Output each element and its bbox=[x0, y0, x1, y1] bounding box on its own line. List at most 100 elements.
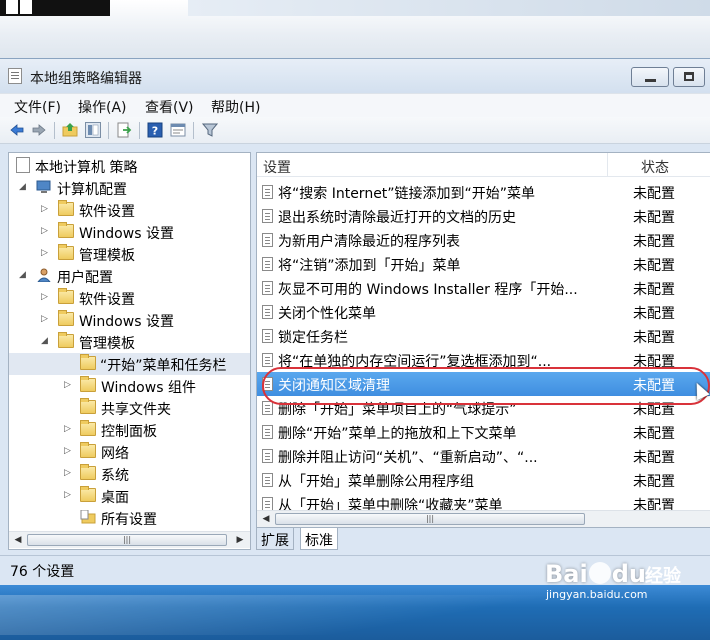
expand-arrow-icon[interactable]: ▷ bbox=[41, 205, 49, 214]
help-icon[interactable]: ? bbox=[147, 122, 163, 138]
expand-arrow-icon[interactable]: ▷ bbox=[41, 315, 49, 324]
toolbar-separator bbox=[54, 122, 55, 139]
minimize-icon bbox=[645, 79, 656, 82]
list-row[interactable]: 将“注销”添加到「开始」菜单 未配置 bbox=[257, 252, 710, 276]
tree-node-label: 软件设置 bbox=[79, 292, 135, 308]
tree-node-user-admin-templates[interactable]: ◢ 管理模板 bbox=[9, 331, 250, 353]
baidu-logo-text: Bai bbox=[545, 560, 588, 588]
scroll-right-arrow-icon[interactable]: ▶ bbox=[233, 534, 247, 546]
scroll-left-arrow-icon[interactable]: ◀ bbox=[259, 513, 273, 525]
expand-arrow-icon[interactable]: ▷ bbox=[41, 293, 49, 302]
tree-node-label: 软件设置 bbox=[79, 204, 135, 220]
settings-list-pane[interactable]: 设置 状态 将“搜索 Internet”链接添加到“开始”菜单 未配置 退出系统时… bbox=[256, 152, 710, 528]
export-list-icon[interactable] bbox=[116, 122, 132, 138]
policy-setting-icon bbox=[262, 449, 273, 463]
list-horizontal-scrollbar[interactable]: ◀ ||| bbox=[257, 510, 710, 527]
tree-node-user-config[interactable]: ◢ 用户配置 bbox=[9, 265, 250, 287]
maximize-button[interactable] bbox=[673, 67, 705, 87]
tree-node-windows-settings[interactable]: ▷ Windows 设置 bbox=[9, 221, 250, 243]
scroll-left-arrow-icon[interactable]: ◀ bbox=[11, 534, 25, 546]
policy-setting-icon bbox=[262, 401, 273, 415]
back-arrow-icon[interactable] bbox=[9, 122, 25, 138]
expand-arrow-icon[interactable]: ▷ bbox=[64, 425, 72, 434]
list-row[interactable]: 将“搜索 Internet”链接添加到“开始”菜单 未配置 bbox=[257, 180, 710, 204]
menu-file[interactable]: 文件(F) bbox=[14, 97, 61, 117]
expand-arrow-icon[interactable]: ▷ bbox=[64, 469, 72, 478]
policy-setting-icon bbox=[262, 209, 273, 223]
policy-setting-icon bbox=[262, 473, 273, 487]
expand-arrow-icon[interactable]: ▷ bbox=[64, 447, 72, 456]
tree-node-label: 控制面板 bbox=[101, 424, 157, 440]
tree-node-windows-components[interactable]: ▷ Windows 组件 bbox=[9, 375, 250, 397]
column-header-state[interactable]: 状态 bbox=[641, 157, 669, 177]
title-bar[interactable]: 本地组策略编辑器 bbox=[0, 59, 710, 93]
list-row[interactable]: 关闭个性化菜单 未配置 bbox=[257, 300, 710, 324]
tree-node-local-policy[interactable]: 本地计算机 策略 bbox=[9, 155, 250, 177]
menu-view[interactable]: 查看(V) bbox=[145, 97, 194, 117]
list-row[interactable]: 锁定任务栏 未配置 bbox=[257, 324, 710, 348]
tree-node-control-panel[interactable]: ▷ 控制面板 bbox=[9, 419, 250, 441]
folder-icon bbox=[58, 244, 74, 260]
menu-help[interactable]: 帮助(H) bbox=[211, 97, 260, 117]
up-folder-icon[interactable] bbox=[62, 122, 78, 138]
scrollbar-thumb[interactable]: ||| bbox=[27, 534, 227, 546]
folder-icon bbox=[80, 420, 96, 436]
tree-node-shared-folders[interactable]: 共享文件夹 bbox=[9, 397, 250, 419]
list-row[interactable]: 退出系统时清除最近打开的文档的历史 未配置 bbox=[257, 204, 710, 228]
policy-setting-icon bbox=[262, 185, 273, 199]
filter-icon[interactable] bbox=[202, 122, 218, 138]
expand-arrow-icon[interactable]: ▷ bbox=[41, 249, 49, 258]
setting-state: 未配置 bbox=[633, 330, 675, 346]
folder-icon bbox=[58, 288, 74, 304]
setting-state: 未配置 bbox=[633, 234, 675, 250]
tree-node-start-menu-taskbar[interactable]: “开始”菜单和任务栏 bbox=[9, 353, 250, 375]
tree-node-system[interactable]: ▷ 系统 bbox=[9, 463, 250, 485]
tree-node-label: 网络 bbox=[101, 446, 129, 462]
toolbar-separator bbox=[108, 122, 109, 139]
list-row[interactable]: 灰显不可用的 Windows Installer 程序「开始... 未配置 bbox=[257, 276, 710, 300]
tree-node-all-settings[interactable]: 所有设置 bbox=[9, 507, 250, 529]
forward-arrow-icon[interactable] bbox=[31, 122, 47, 138]
desktop-background-top bbox=[0, 0, 710, 58]
column-divider[interactable] bbox=[607, 153, 608, 177]
list-row[interactable]: 删除并阻止访问“关机”、“重新启动”、“... 未配置 bbox=[257, 444, 710, 468]
collapse-arrow-icon[interactable]: ◢ bbox=[41, 337, 49, 346]
tab-standard[interactable]: 标准 bbox=[300, 528, 338, 550]
tree-node-user-software-settings[interactable]: ▷ 软件设置 bbox=[9, 287, 250, 309]
setting-state: 未配置 bbox=[633, 210, 675, 226]
tree-node-user-windows-settings[interactable]: ▷ Windows 设置 bbox=[9, 309, 250, 331]
show-hide-tree-icon[interactable] bbox=[85, 122, 101, 138]
watermark-site: jingyan.baidu.com bbox=[546, 588, 648, 601]
policy-setting-icon bbox=[262, 497, 273, 511]
list-row[interactable]: 从「开始」菜单删除公用程序组 未配置 bbox=[257, 468, 710, 492]
menu-action[interactable]: 操作(A) bbox=[78, 97, 127, 117]
tree-node-admin-templates[interactable]: ▷ 管理模板 bbox=[9, 243, 250, 265]
collapse-arrow-icon[interactable]: ◢ bbox=[19, 183, 27, 192]
toolbar: ? bbox=[0, 117, 710, 144]
minimize-button[interactable] bbox=[631, 67, 669, 87]
setting-state: 未配置 bbox=[633, 186, 675, 202]
setting-name: 为新用户清除最近的程序列表 bbox=[278, 234, 460, 250]
tree-node-software-settings[interactable]: ▷ 软件设置 bbox=[9, 199, 250, 221]
tab-extended[interactable]: 扩展 bbox=[256, 528, 294, 550]
tree-node-desktop[interactable]: ▷ 桌面 bbox=[9, 485, 250, 507]
tree-pane[interactable]: 本地计算机 策略 ◢ 计算机配置 ▷ 软件设置 ▷ Windows 设置 ▷ 管… bbox=[8, 152, 251, 550]
policy-setting-icon bbox=[262, 329, 273, 343]
collapse-arrow-icon[interactable]: ◢ bbox=[19, 271, 27, 280]
desktop-wave bbox=[0, 595, 710, 635]
expand-arrow-icon[interactable]: ▷ bbox=[64, 491, 72, 500]
expand-arrow-icon[interactable]: ▷ bbox=[64, 381, 72, 390]
tree-node-computer-config[interactable]: ◢ 计算机配置 bbox=[9, 177, 250, 199]
expand-arrow-icon[interactable]: ▷ bbox=[41, 227, 49, 236]
list-row[interactable]: 为新用户清除最近的程序列表 未配置 bbox=[257, 228, 710, 252]
tree-horizontal-scrollbar[interactable]: ◀ ||| ▶ bbox=[9, 531, 250, 548]
tree-node-network[interactable]: ▷ 网络 bbox=[9, 441, 250, 463]
properties-icon[interactable] bbox=[170, 122, 186, 138]
previous-window-edge bbox=[6, 0, 18, 14]
column-header-setting[interactable]: 设置 bbox=[263, 157, 291, 177]
list-row[interactable]: 删除“开始”菜单上的拖放和上下文菜单 未配置 bbox=[257, 420, 710, 444]
tree-node-label: Windows 设置 bbox=[79, 314, 174, 330]
scrollbar-thumb[interactable]: ||| bbox=[275, 513, 585, 525]
setting-name: 退出系统时清除最近打开的文档的历史 bbox=[278, 210, 516, 226]
folder-icon bbox=[80, 464, 96, 480]
